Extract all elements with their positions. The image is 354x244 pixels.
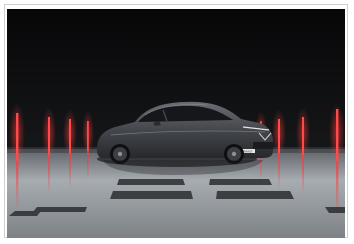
car-scene: VINFAST — [7, 9, 345, 238]
photo: VINFAST — [7, 9, 345, 238]
